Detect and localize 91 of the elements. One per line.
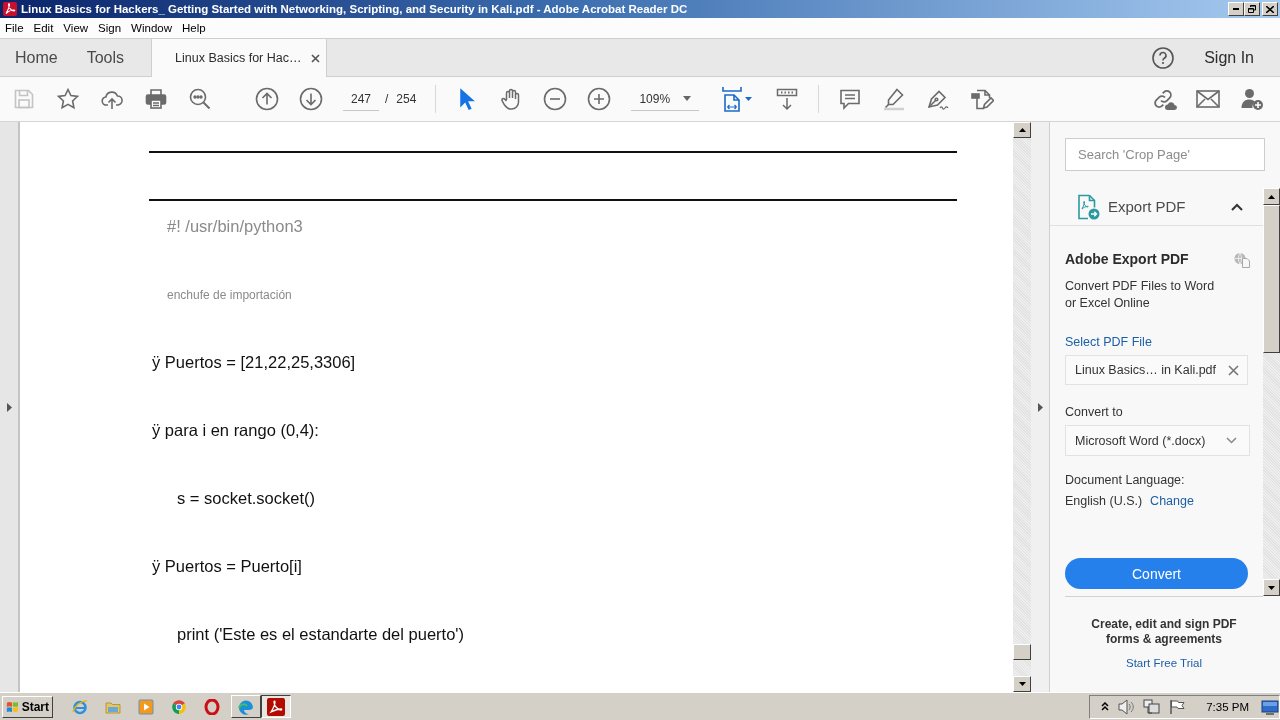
scrollbar-thumb[interactable] (1263, 205, 1280, 353)
change-link[interactable]: Change (1150, 493, 1194, 510)
free-trial-link[interactable]: Start Free Trial (1125, 657, 1203, 669)
code-line: ÿ Puertos = [21,22,25,3306] (152, 353, 356, 371)
chevron-down-icon (1226, 437, 1237, 444)
select-file-link[interactable]: Select PDF File (1065, 334, 1152, 351)
code-line: ÿ Puertos = Puerto[i] (152, 557, 302, 575)
flag-logo-icon (6, 699, 20, 714)
convert-button[interactable]: Convert (1065, 558, 1248, 589)
scroll-up-button[interactable] (1013, 122, 1031, 138)
clear-icon[interactable] (1228, 364, 1239, 376)
search-icon (188, 87, 212, 111)
promo-text: Create, edit and sign PDF forms & agreements (1090, 617, 1238, 647)
help-button[interactable] (1152, 46, 1175, 69)
desktop-icon[interactable] (1261, 698, 1279, 715)
restore-button[interactable] (1244, 2, 1260, 16)
description-text: Convert PDF Files to Word or Excel Online (1065, 278, 1216, 312)
caret-down-icon (683, 96, 692, 101)
minimize-icon (1233, 8, 1239, 10)
triangle-down-icon (1268, 585, 1275, 590)
triangle-up-icon (1268, 194, 1275, 199)
arrow-up-circle-icon (255, 87, 279, 111)
scroll-up-button[interactable] (1263, 188, 1280, 205)
file-field[interactable]: Linux Basics… in Kali.pdf (1065, 355, 1248, 385)
caret-down-icon (745, 97, 753, 101)
tab[interactable]: Home (0, 39, 72, 76)
code-line: print ('Este es el estandarte del puerto') (177, 625, 464, 643)
caret-right-icon[interactable] (1037, 402, 1043, 412)
speaker-icon[interactable] (1117, 698, 1136, 715)
pdf-app-icon (267, 697, 285, 716)
page-count: 254 (396, 92, 417, 106)
code-line: ÿ para i en rango (0,4): (152, 421, 319, 439)
note-text: enchufe de importación (167, 288, 292, 302)
language-value: English (U.S.) (1065, 493, 1143, 510)
network-icon[interactable] (1143, 698, 1162, 715)
page-separator: / (385, 92, 389, 106)
window-title: Linux Basics for Hackers_ Getting Started with Networking, Scripting, and Security in Kali.pdf - Adobe Acrobat Reader DC (21, 3, 689, 15)
document-arrow-icon (1076, 193, 1100, 220)
envelope-icon (1196, 89, 1220, 109)
sign-in-button[interactable]: Sign In (1204, 39, 1254, 76)
field-label: Convert to (1065, 404, 1123, 421)
close-icon (1266, 5, 1274, 13)
link-cloud-icon (1151, 87, 1177, 111)
chevron-up-icon[interactable] (1101, 702, 1110, 711)
menu-item[interactable]: Window (126, 20, 177, 36)
highlighter-icon (882, 87, 907, 111)
triangle-up-icon (1018, 128, 1026, 132)
close-icon[interactable] (311, 53, 321, 63)
person-plus-icon (1240, 87, 1264, 111)
tab[interactable]: Tools (71, 39, 139, 76)
plus-circle-icon (587, 87, 612, 111)
page-number-field[interactable]: 247 (343, 87, 379, 111)
search-field[interactable]: Search 'Crop Page' (1065, 138, 1265, 171)
minus-circle-icon (543, 87, 568, 111)
speech-bubble-icon (838, 87, 863, 111)
minimize-button[interactable] (1228, 2, 1244, 16)
tab[interactable]: Linux Basics for Hac… (151, 39, 328, 77)
code-line: s = socket.socket() (177, 489, 315, 507)
round-logo-icon[interactable] (171, 698, 187, 715)
taskbar-window-button[interactable] (261, 695, 291, 718)
menu-item[interactable]: Edit (28, 20, 59, 36)
menu-item[interactable]: View (58, 20, 94, 36)
menu-item[interactable]: Help (177, 20, 211, 36)
triangle-down-icon (1018, 682, 1026, 686)
help-icon (1152, 46, 1175, 69)
menu-item[interactable]: File (0, 20, 29, 36)
shebang-line: #! /usr/bin/python3 (167, 217, 303, 235)
pdf-app-icon (3, 2, 17, 16)
close-button[interactable] (1262, 2, 1278, 16)
keyboard-arrow-down-icon (775, 87, 800, 111)
section-header[interactable]: Export PDF (1050, 188, 1263, 226)
scroll-down-button[interactable] (1263, 579, 1280, 596)
caret-right-icon[interactable] (6, 402, 12, 412)
menu-item[interactable]: Sign (93, 20, 127, 36)
star-icon (56, 87, 80, 111)
document-pencil-icon (970, 87, 995, 111)
format-dropdown[interactable]: Microsoft Word (*.docx) (1065, 425, 1250, 456)
printer-icon (144, 87, 168, 111)
restore-icon (1248, 5, 1256, 13)
ring-logo-icon[interactable] (204, 698, 220, 715)
arrow-down-circle-icon (299, 87, 323, 111)
scroll-down-button[interactable] (1013, 676, 1031, 692)
section-heading: Adobe Export PDF (1065, 251, 1189, 268)
field-label: Document Language: (1065, 472, 1185, 489)
zoom-field[interactable]: 109% (631, 87, 700, 111)
start-button[interactable]: Start (2, 695, 53, 718)
clock[interactable]: 7:35 PM (1206, 700, 1249, 713)
globe-document-icon (1234, 251, 1250, 268)
scrollbar-thumb[interactable] (1013, 644, 1031, 660)
flag-icon[interactable] (1169, 698, 1186, 715)
play-icon[interactable] (138, 698, 154, 715)
